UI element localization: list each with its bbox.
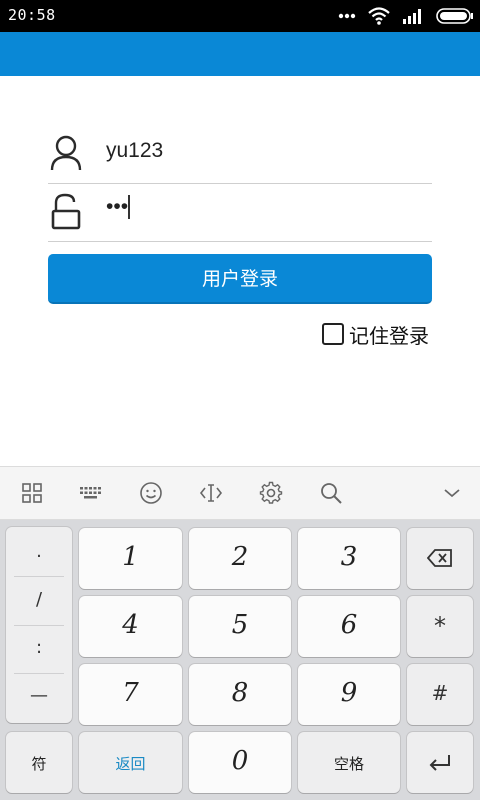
backspace-icon <box>427 549 452 567</box>
enter-icon <box>429 755 450 771</box>
key-1[interactable]: 1 <box>79 528 182 589</box>
symbol-column: . / : — <box>6 527 72 723</box>
password-dots: ••• <box>106 195 129 218</box>
key-label: 2 <box>231 542 249 572</box>
key-label: 9 <box>340 678 358 708</box>
space-key[interactable]: 空格 <box>298 732 400 793</box>
password-field[interactable]: ••• <box>48 183 432 242</box>
status-time: 20:58 <box>8 6 56 24</box>
remember-login-toggle[interactable]: 记住登录 <box>322 320 429 348</box>
key-label: 6 <box>340 610 358 640</box>
key-label: * <box>434 612 446 640</box>
symbols-key[interactable]: 符 <box>6 732 72 793</box>
key-label: 8 <box>231 678 249 708</box>
key-5[interactable]: 5 <box>189 596 291 657</box>
key-label: 空格 <box>333 755 364 773</box>
key-label: 5 <box>231 610 249 640</box>
star-key[interactable]: * <box>407 596 473 657</box>
divider <box>14 625 64 626</box>
search-icon[interactable] <box>319 481 343 505</box>
key-4[interactable]: 4 <box>79 596 182 657</box>
symbol-key-dash[interactable]: — <box>6 685 72 706</box>
key-0[interactable]: 0 <box>189 732 291 793</box>
user-icon <box>50 135 82 171</box>
text-cursor-icon[interactable] <box>199 481 223 505</box>
key-6[interactable]: 6 <box>298 596 400 657</box>
key-label: 0 <box>231 746 249 776</box>
keyboard-toolbar <box>0 466 480 520</box>
key-label: 返回 <box>115 755 146 773</box>
remember-label: 记住登录 <box>349 323 429 348</box>
key-3[interactable]: 3 <box>298 528 400 589</box>
divider <box>14 576 64 577</box>
key-label: 1 <box>122 542 139 572</box>
key-label: 符 <box>31 755 47 773</box>
keyboard-icon[interactable] <box>79 481 103 505</box>
remember-checkbox[interactable] <box>322 323 344 345</box>
username-field[interactable]: yu123 <box>48 125 432 184</box>
gear-icon[interactable] <box>259 481 283 505</box>
text-caret <box>128 195 131 220</box>
chevron-down-icon[interactable] <box>440 481 464 505</box>
signal-icon <box>403 9 421 24</box>
grid-apps-icon[interactable] <box>20 481 44 505</box>
key-7[interactable]: 7 <box>79 664 182 725</box>
symbol-key-slash[interactable]: / <box>6 589 72 610</box>
password-value: ••• <box>106 195 131 220</box>
smiley-icon[interactable] <box>139 481 163 505</box>
unlock-icon <box>51 193 81 230</box>
key-2[interactable]: 2 <box>189 528 291 589</box>
key-label: 3 <box>340 542 358 572</box>
key-label: 4 <box>122 610 139 640</box>
key-9[interactable]: 9 <box>298 664 400 725</box>
app-bar <box>0 32 480 76</box>
dots-icon <box>338 13 356 19</box>
divider <box>14 673 64 674</box>
key-8[interactable]: 8 <box>189 664 291 725</box>
backspace-key[interactable] <box>407 528 473 589</box>
login-button[interactable]: 用户登录 <box>48 254 432 304</box>
key-label: # <box>431 681 449 705</box>
symbol-key-dot[interactable]: . <box>6 541 72 562</box>
numeric-keyboard: . / : — 1 2 3 4 5 6 * 7 8 9 # 符 返回 0 空格 <box>0 520 480 800</box>
hash-key[interactable]: # <box>407 664 473 725</box>
status-icons <box>338 5 474 27</box>
username-value: yu123 <box>106 139 164 162</box>
enter-key[interactable] <box>407 732 473 793</box>
back-key[interactable]: 返回 <box>79 732 182 793</box>
symbol-key-colon[interactable]: : <box>6 637 72 658</box>
wifi-icon <box>368 7 390 25</box>
battery-icon <box>436 8 473 24</box>
key-label: 7 <box>122 678 139 708</box>
status-bar: 20:58 <box>0 0 480 32</box>
